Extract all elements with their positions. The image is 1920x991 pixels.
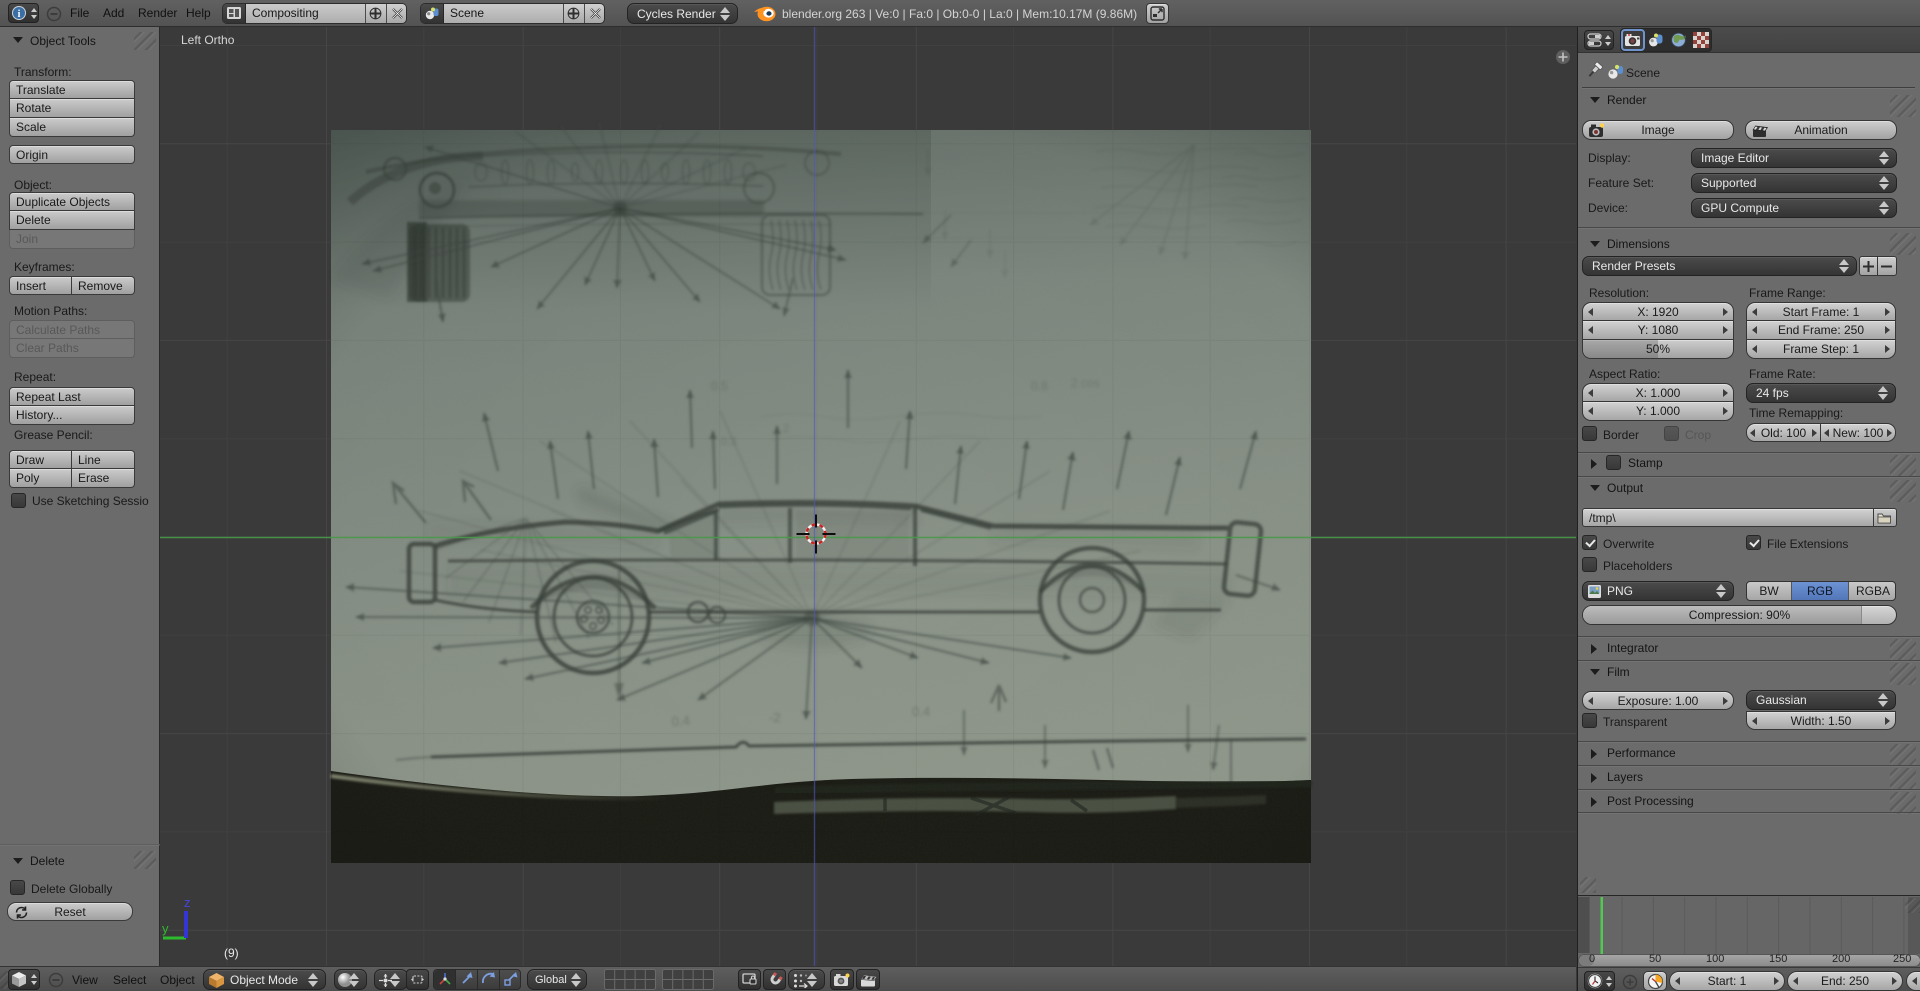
svg-text:y: y [162, 921, 169, 936]
svg-text:Left Ortho: Left Ortho [181, 33, 235, 47]
svg-text:(9): (9) [224, 946, 239, 960]
svg-text:i: i [18, 9, 21, 20]
svg-text:z: z [184, 895, 191, 910]
